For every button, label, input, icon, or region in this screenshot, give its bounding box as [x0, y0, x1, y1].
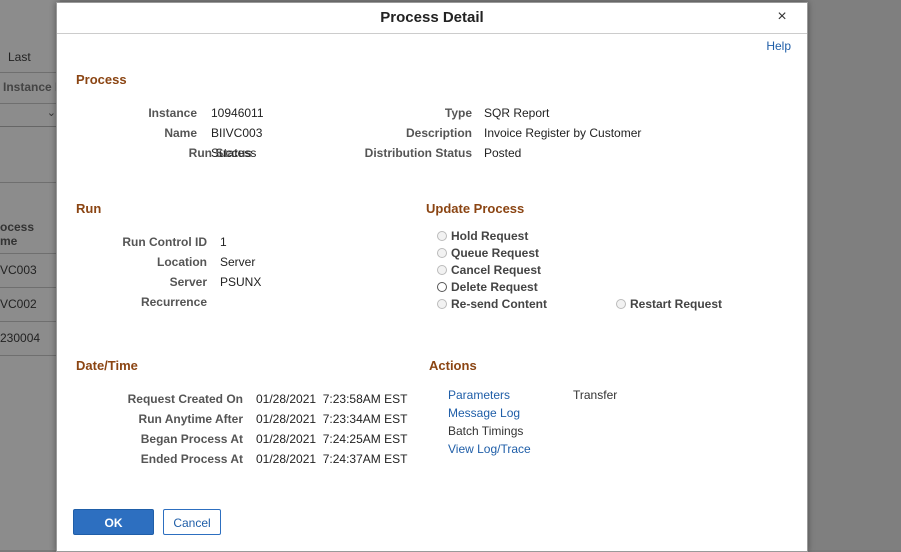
instance-label: Instance: [148, 106, 197, 120]
description-value: Invoice Register by Customer: [484, 126, 642, 140]
instance-value: 10946011: [211, 106, 264, 120]
radio-icon: [437, 231, 447, 241]
section-actions-heading: Actions: [429, 358, 477, 373]
recurrence-label: Recurrence: [140, 295, 207, 309]
distribution-status-label: Distribution Status: [364, 146, 472, 160]
ok-button[interactable]: OK: [73, 509, 154, 535]
ended-process-label: Ended Process At: [140, 452, 243, 466]
radio-icon: [437, 282, 447, 292]
cancel-request-label: Cancel Request: [451, 263, 542, 277]
bg-row: 230004: [0, 331, 41, 345]
delete-request-label: Delete Request: [451, 280, 538, 294]
radio-icon: [437, 248, 447, 258]
name-label: Name: [164, 126, 197, 140]
location-value: Server: [220, 255, 256, 269]
help-link[interactable]: Help: [766, 39, 791, 53]
bg-divider: [0, 182, 60, 183]
request-created-value: 01/28/2021 7:23:58AM EST: [256, 392, 408, 406]
message-log-link[interactable]: Message Log: [448, 406, 520, 420]
parameters-link[interactable]: Parameters: [448, 388, 510, 402]
bg-instance-column: Instance F: [3, 80, 63, 94]
run-anytime-value: 01/28/2021 7:23:34AM EST: [256, 412, 408, 426]
bg-header-last: Last: [8, 50, 31, 64]
queue-request-label: Queue Request: [451, 246, 540, 260]
location-label: Location: [157, 255, 207, 269]
cancel-request-option[interactable]: Cancel Request: [437, 263, 541, 277]
bg-divider: [0, 321, 60, 322]
server-label: Server: [169, 275, 207, 289]
bg-divider: [0, 253, 60, 254]
restart-request-option[interactable]: Restart Request: [616, 297, 722, 311]
modal-title: Process Detail: [380, 9, 484, 26]
request-created-label: Request Created On: [127, 392, 243, 406]
server-value: PSUNX: [220, 275, 262, 289]
name-value: BIIVC003: [211, 126, 263, 140]
chevron-down-icon: ⌄: [46, 107, 56, 119]
run-control-id-value: 1: [220, 235, 227, 249]
modal-header: Process Detail ×: [57, 3, 807, 34]
run-control-id-label: Run Control ID: [122, 235, 207, 249]
run-anytime-label: Run Anytime After: [138, 412, 243, 426]
hold-request-label: Hold Request: [451, 229, 529, 243]
bg-row: VC002: [0, 297, 37, 311]
resend-content-label: Re-send Content: [451, 297, 547, 311]
began-process-value: 01/28/2021 7:24:25AM EST: [256, 432, 408, 446]
began-process-label: Began Process At: [140, 432, 243, 446]
run-status-value: Success: [211, 146, 257, 160]
description-label: Description: [405, 126, 472, 140]
distribution-status-value: Posted: [484, 146, 522, 160]
bg-row: VC003: [0, 263, 37, 277]
type-label: Type: [444, 106, 472, 120]
batch-timings-action: Batch Timings: [448, 424, 524, 438]
process-detail-modal: Process Detail × Help Process Instance 1…: [56, 2, 808, 552]
type-value: SQR Report: [484, 106, 550, 120]
bg-dropdown: ⌄: [0, 104, 58, 127]
radio-icon: [616, 299, 626, 309]
restart-request-label: Restart Request: [630, 297, 723, 311]
cancel-button[interactable]: Cancel: [163, 509, 221, 535]
transfer-action: Transfer: [573, 388, 618, 402]
bg-divider: [0, 355, 60, 356]
hold-request-option[interactable]: Hold Request: [437, 229, 528, 243]
section-update-process-heading: Update Process: [426, 201, 525, 216]
view-log-trace-link[interactable]: View Log/Trace: [448, 442, 531, 456]
radio-icon: [437, 265, 447, 275]
resend-content-option[interactable]: Re-send Content: [437, 297, 547, 311]
delete-request-option[interactable]: Delete Request: [437, 280, 538, 294]
bg-divider: [0, 287, 60, 288]
radio-icon: [437, 299, 447, 309]
section-datetime-heading: Date/Time: [76, 358, 138, 373]
close-icon[interactable]: ×: [773, 9, 791, 27]
bg-process-name-header: ocess me: [0, 220, 35, 248]
section-process-heading: Process: [76, 72, 127, 87]
queue-request-option[interactable]: Queue Request: [437, 246, 539, 260]
ended-process-value: 01/28/2021 7:24:37AM EST: [256, 452, 408, 466]
section-run-heading: Run: [76, 201, 102, 216]
